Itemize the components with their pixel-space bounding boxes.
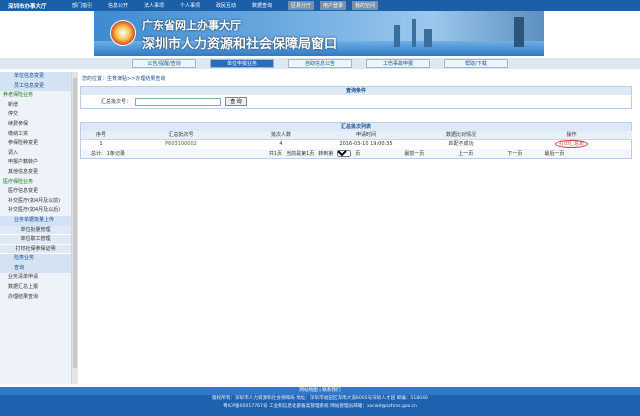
tab-announcements[interactable]: 公告/提醒/查询 bbox=[132, 59, 196, 68]
pager-records: 1条记录 bbox=[106, 151, 125, 157]
batch-list-title: 汇总批次列表 bbox=[81, 123, 631, 131]
cell-batch-link[interactable]: P603100002 bbox=[121, 140, 241, 149]
sidebar-item[interactable]: 缴纳工资 bbox=[0, 130, 71, 140]
sidebar-item[interactable]: 续费参保 bbox=[0, 120, 71, 130]
banner-statue bbox=[514, 17, 524, 47]
nav-item-login[interactable]: 用户登录 bbox=[320, 1, 347, 10]
banner-title-line2: 深圳市人力资源和社会保障局窗口 bbox=[142, 37, 338, 52]
tab-help-download[interactable]: 帮助/下载 bbox=[444, 59, 508, 68]
cell-count: 4 bbox=[279, 141, 283, 147]
tab-injury-declaration[interactable]: 工伤事故申报 bbox=[366, 59, 430, 68]
sidebar-item[interactable]: 员工信息变更 bbox=[0, 81, 71, 92]
nav-item-district[interactable]: 区县分厅 bbox=[288, 1, 315, 10]
last-page-link[interactable]: 最后一页 bbox=[544, 150, 564, 157]
sidebar-menu: 单位信息变更 员工信息变更 养老保险业务 新增 停交 续费参保 缴纳工资 参保险种变更 调入 申报… bbox=[0, 72, 72, 384]
pager-goto-label: 转到第 bbox=[318, 151, 334, 157]
sidebar-item[interactable]: 医疗保险业务 bbox=[0, 178, 71, 188]
sidebar-item[interactable]: 业务单据批量上传 bbox=[0, 215, 71, 226]
table-row: 1 P603100002 4 2016-03-10 19:00:35 匹配不成功… bbox=[81, 140, 631, 149]
sidebar-scroll-thumb[interactable] bbox=[73, 78, 77, 368]
government-logo bbox=[110, 20, 136, 46]
sidebar-item[interactable]: 医疗信息变更 bbox=[0, 187, 71, 197]
sidebar-item[interactable]: 补交医疗(如4月及以前) bbox=[0, 197, 71, 207]
search-row: 汇总批次号： 查 询 bbox=[81, 95, 631, 108]
nav-item-dept[interactable]: 部门指引 bbox=[72, 2, 102, 9]
pager-total-label: 总计: bbox=[91, 151, 103, 157]
cell-index: 1 bbox=[99, 141, 103, 147]
first-page-link[interactable]: 最前一页 bbox=[404, 150, 424, 157]
sidebar-item[interactable]: 补交医疗(如4月及以后) bbox=[0, 206, 71, 216]
main-tabs: 公告/提醒/查询 单位申报业务 自助信息公告 工伤事故申报 帮助/下载 bbox=[0, 58, 640, 69]
footer-icp: 粤ICP备05017767号 工业和信息化部备案管理系统 网站管理员邮箱：xxc… bbox=[223, 404, 417, 409]
col-header-compare: 数据比对情况 bbox=[411, 131, 511, 140]
sidebar-item[interactable]: 单位信息变更 bbox=[0, 72, 71, 82]
col-header-time: 申请时间 bbox=[321, 131, 411, 140]
col-header-count: 批次人数 bbox=[241, 131, 321, 140]
tab-unit-declaration[interactable]: 单位申报业务 bbox=[210, 59, 274, 68]
nav-item-legal[interactable]: 法人事项 bbox=[144, 2, 174, 9]
nav-item-data[interactable]: 数据查询 bbox=[252, 2, 282, 9]
banner-building bbox=[424, 29, 432, 47]
print-summary-link[interactable]: 打印汇总表 bbox=[554, 140, 588, 148]
cell-compare: 匹配不成功 bbox=[448, 141, 474, 147]
pager-current: 当前是第1页 bbox=[286, 151, 315, 157]
nav-item-interaction[interactable]: 政民互动 bbox=[216, 2, 246, 9]
pager-page-unit: 页 bbox=[355, 151, 361, 157]
table-header: 序号 汇总批次号 批次人数 申请时间 数据比对情况 操作 bbox=[81, 131, 632, 140]
sidebar-item[interactable]: 单位职工管理 bbox=[0, 235, 71, 245]
col-header-action: 操作 bbox=[511, 131, 632, 140]
footer-copyright: 版权所有：深圳市人力资源和社会保障局 地址：深圳市福田区深南大道8005号深圳人… bbox=[212, 396, 428, 401]
header-banner: 广东省网上办事大厅 深圳市人力资源和社会保障局窗口 bbox=[94, 11, 544, 56]
sidebar-item[interactable]: 新增 bbox=[0, 101, 71, 111]
batch-number-label: 汇总批次号： bbox=[101, 99, 132, 105]
tab-self-service[interactable]: 自助信息公告 bbox=[288, 59, 352, 68]
pager-pages: 共1页 bbox=[268, 151, 283, 157]
sidebar-item[interactable]: 险类业务 bbox=[0, 254, 71, 264]
cell-time: 2016-03-10 19:00:35 bbox=[339, 141, 393, 147]
search-button[interactable]: 查 询 bbox=[225, 97, 247, 106]
banner-building bbox=[394, 25, 400, 47]
col-header-index: 序号 bbox=[81, 131, 121, 140]
cell-action: 打印汇总表 bbox=[511, 140, 632, 149]
pager: 总计: 1条记录 共1页 当前是第1页 转到第 1 页 最前一页 上一页 下一页… bbox=[81, 149, 631, 158]
site-brand[interactable]: 深圳市办事大厅 bbox=[0, 2, 66, 10]
next-page-link[interactable]: 下一页 bbox=[507, 150, 522, 157]
sidebar-item[interactable]: 办理结果查询 bbox=[0, 293, 71, 303]
batch-number-input[interactable] bbox=[135, 97, 221, 106]
sidebar-item[interactable]: 调入 bbox=[0, 149, 71, 159]
banner-title-line1: 广东省网上办事大厅 bbox=[142, 19, 241, 32]
nav-item-myspace[interactable]: 我的空间 bbox=[352, 1, 379, 10]
breadcrumb: 您的位置：生育津贴>>办理结果查询 bbox=[82, 76, 166, 82]
banner-building bbox=[412, 19, 416, 47]
batch-list-panel: 汇总批次列表 序号 汇总批次号 批次人数 申请时间 数据比对情况 操作 1 P6… bbox=[80, 122, 632, 159]
search-panel-title: 查询条件 bbox=[81, 87, 631, 95]
sidebar-item[interactable]: 申报户籍转户 bbox=[0, 158, 71, 168]
sidebar-item[interactable]: 打印社保参保证明 bbox=[0, 244, 71, 255]
top-navigation-bar: 深圳市办事大厅 部门指引 信息公开 法人事项 个人事项 政民互动 数据查询 区县… bbox=[0, 0, 640, 11]
prev-page-link[interactable]: 上一页 bbox=[458, 150, 473, 157]
sidebar-item[interactable]: 数据汇总上报 bbox=[0, 283, 71, 293]
footer-links[interactable]: 网站地图 | 联系我们 bbox=[0, 387, 640, 395]
col-header-batch: 汇总批次号 bbox=[121, 131, 241, 140]
nav-item-personal[interactable]: 个人事项 bbox=[180, 2, 210, 9]
sidebar-item[interactable]: 其他信息变更 bbox=[0, 168, 71, 178]
sidebar-item[interactable]: 业务清单申请 bbox=[0, 273, 71, 283]
nav-item-info[interactable]: 信息公开 bbox=[108, 2, 138, 9]
page-select[interactable]: 1 bbox=[337, 150, 352, 157]
sidebar-item[interactable]: 查询 bbox=[0, 263, 71, 274]
footer: 网站地图 | 联系我们 版权所有：深圳市人力资源和社会保障局 地址：深圳市福田区… bbox=[0, 387, 640, 416]
sidebar-item[interactable]: 单位批量管理 bbox=[0, 225, 71, 236]
sidebar-item[interactable]: 停交 bbox=[0, 110, 71, 120]
sidebar-item[interactable]: 参保险种变更 bbox=[0, 139, 71, 149]
sidebar-item[interactable]: 养老保险业务 bbox=[0, 91, 71, 101]
search-panel: 查询条件 汇总批次号： 查 询 bbox=[80, 86, 632, 109]
